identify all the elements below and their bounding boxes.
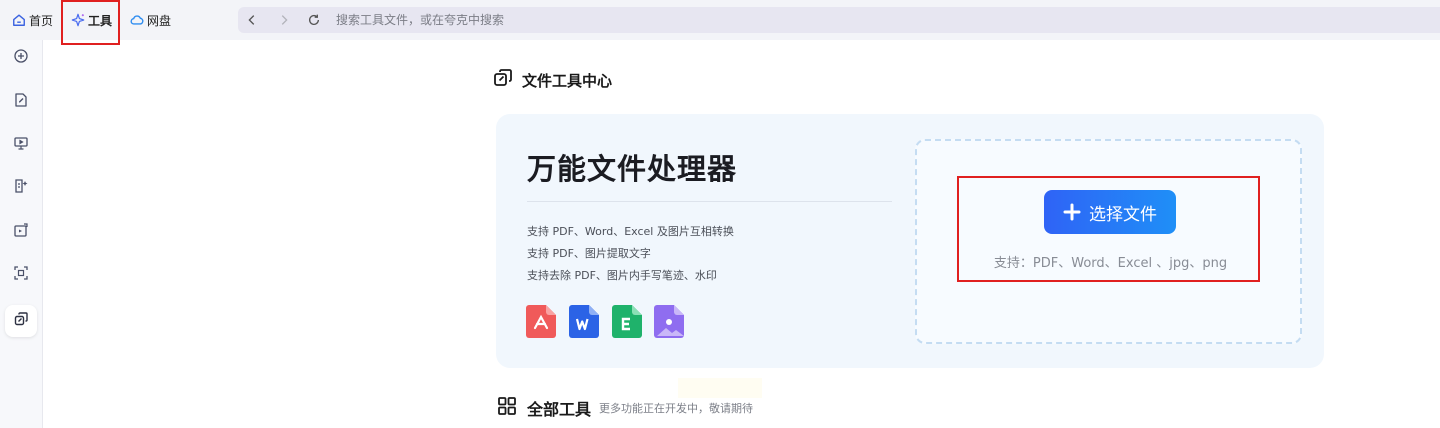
plus-icon [1063, 203, 1081, 221]
choose-file-label: 选择文件 [1089, 204, 1157, 225]
sidebar-item-file-tools[interactable] [5, 305, 37, 337]
feature-item: 支持 PDF、图片提取文字 [527, 247, 651, 260]
pdf-icon [526, 305, 556, 338]
all-tools-header: 全部工具 更多功能正在开发中，敬请期待 [497, 396, 753, 420]
tab-home[interactable]: 首页 [12, 10, 53, 30]
home-icon [12, 13, 26, 27]
feature-item: 支持去除 PDF、图片内手写笔迹、水印 [527, 269, 717, 282]
file-edit-icon [13, 92, 29, 112]
background-patch [678, 378, 762, 398]
image-icon [654, 305, 684, 338]
chevron-left-icon [248, 15, 255, 25]
grid-icon [497, 396, 517, 420]
feature-item: 支持 PDF、Word、Excel 及图片互相转换 [527, 225, 734, 238]
tab-tools[interactable]: 工具 [71, 10, 112, 30]
sidebar-item-scan[interactable] [5, 259, 37, 291]
sidebar-item-presentation[interactable] [5, 129, 37, 161]
chevron-right-icon [281, 15, 288, 25]
file-drop-zone[interactable]: 选择文件 支持：PDF、Word、Excel 、jpg、png [915, 139, 1302, 344]
search-input[interactable] [336, 13, 936, 27]
tab-cloud-drive[interactable]: 网盘 [130, 10, 171, 30]
file-ai-icon [13, 178, 29, 198]
sidebar-item-add[interactable] [5, 42, 37, 74]
sidebar-item-image-export[interactable] [5, 216, 37, 248]
file-tools-icon [13, 311, 29, 331]
tab-home-label: 首页 [29, 13, 54, 28]
divider [527, 201, 892, 202]
presentation-icon [13, 135, 29, 155]
choose-file-button[interactable]: 选择文件 [1044, 190, 1176, 234]
tab-cloud-drive-label: 网盘 [147, 13, 172, 28]
cloud-icon [130, 13, 144, 27]
refresh-icon [308, 14, 320, 25]
top-bar: 首页 工具 网盘 [0, 0, 1440, 40]
add-circle-icon [13, 48, 29, 68]
supported-formats: 支持：PDF、Word、Excel 、jpg、png [993, 256, 1228, 271]
section-title-label: 文件工具中心 [522, 71, 613, 90]
section-title: 文件工具中心 [493, 68, 612, 92]
sparkle-icon [71, 13, 85, 27]
file-processor-card: 万能文件处理器 支持 PDF、Word、Excel 及图片互相转换 支持 PDF… [496, 114, 1324, 368]
all-tools-title: 全部工具 [527, 400, 592, 419]
refresh-button[interactable] [302, 8, 326, 32]
forward-button[interactable] [272, 8, 296, 32]
scan-icon [13, 265, 29, 285]
sidebar-item-file-edit[interactable] [5, 86, 37, 118]
all-tools-subtitle: 更多功能正在开发中，敬请期待 [599, 402, 754, 415]
tab-tools-label: 工具 [88, 13, 113, 28]
excel-icon [612, 305, 642, 338]
card-title: 万能文件处理器 [527, 152, 738, 186]
address-bar [238, 7, 1440, 33]
file-tools-icon [493, 68, 513, 92]
back-button[interactable] [240, 8, 264, 32]
sidebar [0, 40, 43, 428]
sidebar-item-file-ai[interactable] [5, 172, 37, 204]
image-export-icon [13, 222, 29, 242]
word-icon [569, 305, 599, 338]
